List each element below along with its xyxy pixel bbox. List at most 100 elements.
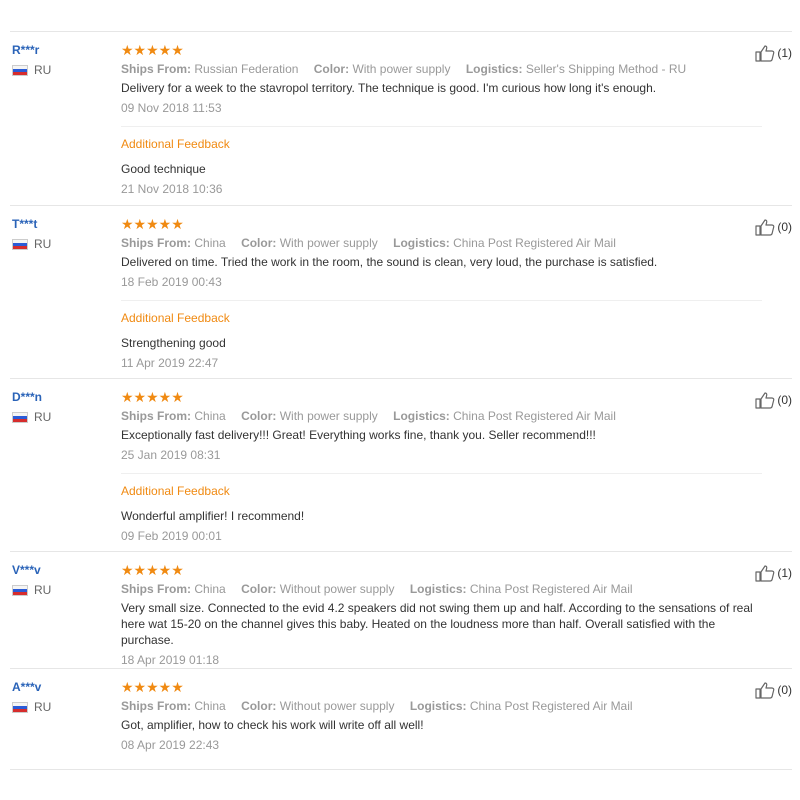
additional-feedback-title: Additional Feedback (121, 311, 230, 325)
logistics-label: Logistics: (409, 699, 467, 713)
helpful-count: (1) (777, 566, 792, 580)
review-item: T***t RU ★★★★★ Ships From: China Color: … (10, 205, 792, 379)
ships-from-value: China (194, 699, 226, 713)
flag-ru-icon (12, 701, 28, 713)
review-text: Exceptionally fast delivery!!! Great! Ev… (121, 428, 596, 442)
additional-feedback: Additional Feedback Wonderful amplifier!… (121, 473, 762, 544)
reviewer-name[interactable]: T***t (12, 216, 112, 232)
additional-feedback-date: 09 Feb 2019 00:01 (121, 529, 222, 543)
ships-from-label: Ships From: (121, 236, 192, 250)
review-item: V***v RU ★★★★★ Ships From: China Color: … (10, 551, 792, 669)
ships-from-value: Russian Federation (194, 62, 299, 76)
thumbs-up-icon (755, 392, 775, 409)
ships-from-label: Ships From: (121, 409, 192, 423)
logistics-value: China Post Registered Air Mail (469, 582, 633, 596)
helpful-count: (0) (777, 683, 792, 697)
reviewer-info: V***v RU (12, 562, 112, 597)
country-code: RU (34, 583, 52, 597)
color-label: Color: (313, 62, 350, 76)
reviewer-name[interactable]: D***n (12, 389, 112, 405)
country-code: RU (34, 237, 52, 251)
additional-feedback: Additional Feedback Strengthening good 1… (121, 300, 762, 371)
reviewer-name[interactable]: V***v (12, 562, 112, 578)
color-value: Without power supply (279, 699, 395, 713)
reviewer-country: RU (12, 583, 112, 597)
reviewer-info: R***r RU (12, 42, 112, 77)
additional-feedback-date: 21 Nov 2018 10:36 (121, 182, 223, 196)
reviewer-country: RU (12, 700, 112, 714)
review-body: ★★★★★ Ships From: China Color: Without p… (121, 562, 762, 668)
country-code: RU (34, 410, 52, 424)
additional-feedback-date: 11 Apr 2019 22:47 (121, 356, 219, 370)
additional-feedback-text: Good technique (121, 162, 206, 176)
review-text: Very small size. Connected to the evid 4… (121, 601, 753, 647)
review-date: 09 Nov 2018 11:53 (121, 101, 222, 115)
reviewer-country: RU (12, 237, 112, 251)
additional-feedback-title: Additional Feedback (121, 137, 230, 151)
thumbs-up-icon (755, 565, 775, 582)
ships-from-value: China (194, 236, 226, 250)
helpful-button[interactable]: (0) (755, 391, 792, 409)
additional-feedback-title: Additional Feedback (121, 484, 230, 498)
review-date: 25 Jan 2019 08:31 (121, 448, 221, 462)
color-label: Color: (241, 409, 277, 423)
additional-feedback: Additional Feedback Good technique 21 No… (121, 126, 762, 197)
review-item: D***n RU ★★★★★ Ships From: China Color: … (10, 378, 792, 552)
review-body: ★★★★★ Ships From: China Color: With powe… (121, 389, 762, 544)
additional-feedback-text: Wonderful amplifier! I recommend! (121, 509, 305, 523)
flag-ru-icon (12, 64, 28, 76)
thumbs-up-icon (755, 45, 775, 62)
color-label: Color: (241, 699, 277, 713)
reviewer-info: A***v RU (12, 679, 112, 714)
helpful-count: (1) (777, 46, 792, 60)
helpful-button[interactable]: (1) (755, 44, 792, 62)
flag-ru-icon (12, 238, 28, 250)
flag-ru-icon (12, 584, 28, 596)
logistics-value: China Post Registered Air Mail (453, 409, 616, 423)
review-date: 08 Apr 2019 22:43 (121, 738, 220, 752)
star-rating: ★★★★★ (121, 389, 184, 405)
logistics-value: China Post Registered Air Mail (453, 236, 616, 250)
helpful-button[interactable]: (0) (755, 218, 792, 236)
additional-feedback-text: Strengthening good (121, 336, 226, 350)
color-value: Without power supply (279, 582, 395, 596)
reviewer-country: RU (12, 63, 112, 77)
ships-from-label: Ships From: (121, 62, 192, 76)
ships-from-label: Ships From: (121, 582, 192, 596)
review-body: ★★★★★ Ships From: China Color: With powe… (121, 216, 762, 371)
color-label: Color: (241, 582, 277, 596)
review-meta: Ships From: China Color: Without power s… (121, 581, 762, 597)
reviewer-name[interactable]: R***r (12, 42, 112, 58)
review-item: A***v RU ★★★★★ Ships From: China Color: … (10, 668, 792, 770)
thumbs-up-icon (755, 682, 775, 699)
review-date: 18 Feb 2019 00:43 (121, 275, 222, 289)
helpful-count: (0) (777, 220, 792, 234)
helpful-button[interactable]: (1) (755, 564, 792, 582)
logistics-label: Logistics: (465, 62, 523, 76)
country-code: RU (34, 63, 52, 77)
color-label: Color: (241, 236, 277, 250)
review-meta: Ships From: China Color: With power supp… (121, 408, 762, 424)
logistics-label: Logistics: (393, 236, 450, 250)
helpful-button[interactable]: (0) (755, 681, 792, 699)
star-rating: ★★★★★ (121, 216, 184, 232)
review-item: R***r RU ★★★★★ Ships From: Russian Feder… (10, 31, 792, 206)
logistics-label: Logistics: (393, 409, 450, 423)
reviews-list: R***r RU ★★★★★ Ships From: Russian Feder… (0, 0, 800, 800)
review-meta: Ships From: China Color: Without power s… (121, 698, 762, 714)
reviewer-country: RU (12, 410, 112, 424)
review-text: Delivered on time. Tried the work in the… (121, 255, 658, 269)
logistics-value: Seller's Shipping Method - RU (525, 62, 687, 76)
country-code: RU (34, 700, 52, 714)
star-rating: ★★★★★ (121, 679, 184, 695)
helpful-count: (0) (777, 393, 792, 407)
reviewer-name[interactable]: A***v (12, 679, 112, 695)
thumbs-up-icon (755, 219, 775, 236)
review-meta: Ships From: China Color: With power supp… (121, 235, 762, 251)
logistics-label: Logistics: (409, 582, 467, 596)
logistics-value: China Post Registered Air Mail (469, 699, 633, 713)
flag-ru-icon (12, 411, 28, 423)
color-value: With power supply (279, 236, 378, 250)
color-value: With power supply (279, 409, 378, 423)
ships-from-value: China (194, 409, 226, 423)
